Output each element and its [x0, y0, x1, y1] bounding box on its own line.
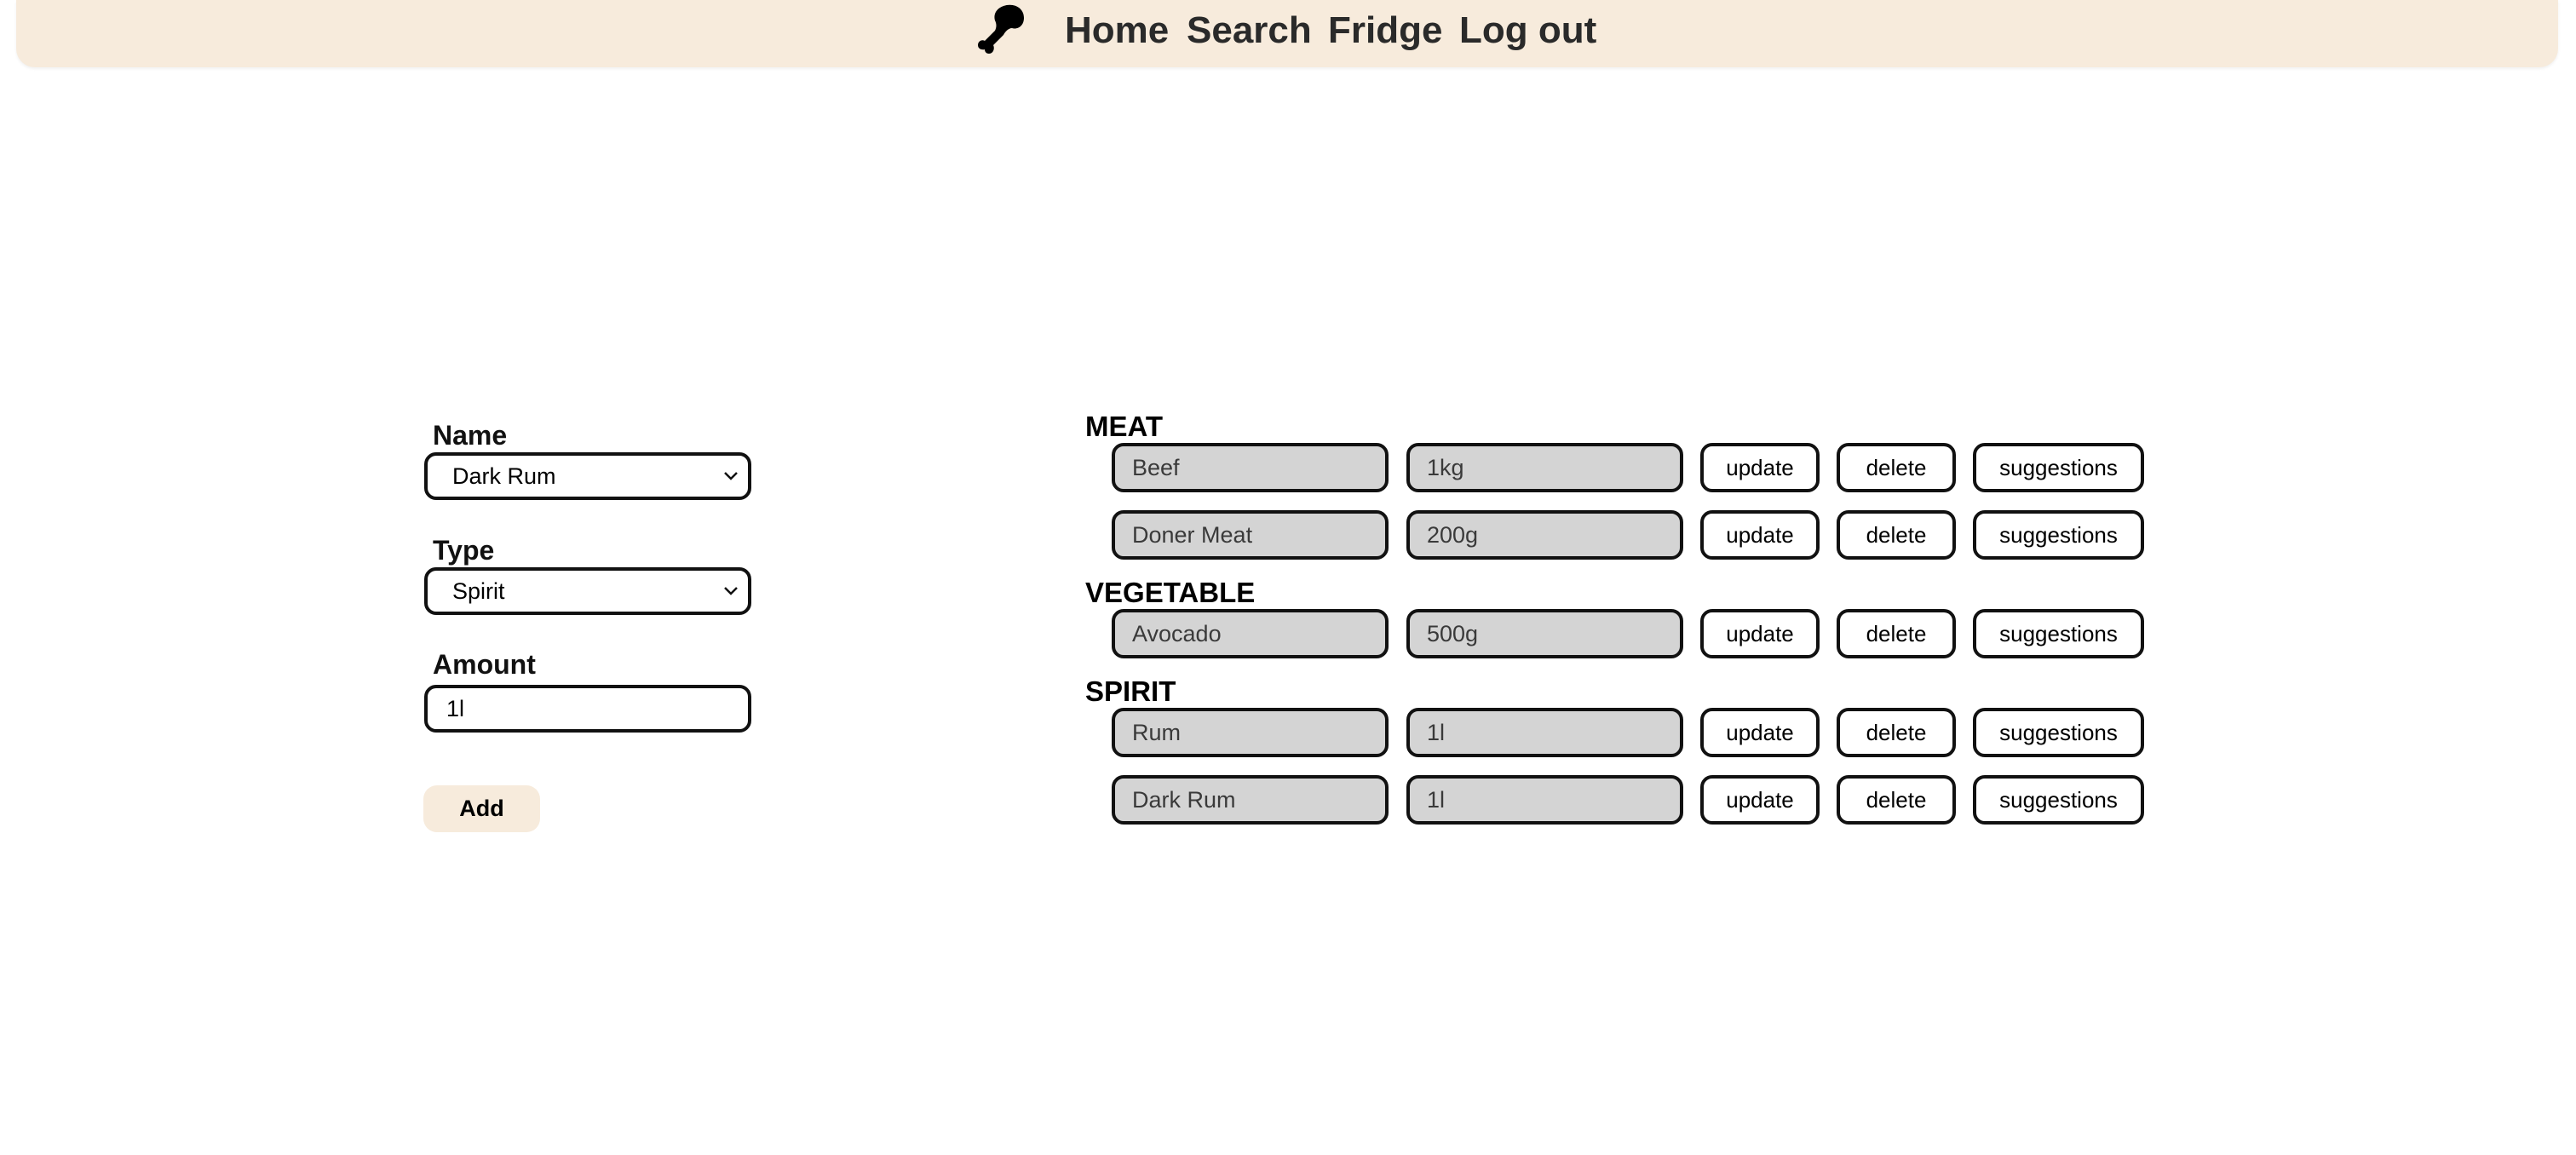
item-amount-field[interactable] [1406, 510, 1683, 560]
name-label: Name [433, 420, 508, 451]
type-label: Type [433, 535, 495, 566]
nav-logout-link[interactable]: Log out [1459, 9, 1596, 53]
add-button[interactable]: Add [423, 785, 540, 832]
delete-button[interactable]: delete [1837, 443, 1956, 492]
item-name-field[interactable] [1112, 708, 1389, 757]
chevron-down-icon [724, 587, 738, 595]
nav-search-link[interactable]: Search [1187, 9, 1312, 53]
name-select[interactable]: Dark Rum [424, 452, 751, 500]
category-heading-vegetable: VEGETABLE [1085, 577, 1256, 608]
delete-button[interactable]: delete [1837, 775, 1956, 825]
nav-fridge-link[interactable]: Fridge [1328, 9, 1442, 53]
update-button[interactable]: update [1700, 510, 1820, 560]
suggestions-button[interactable]: suggestions [1973, 775, 2144, 825]
type-select-value: Spirit [452, 578, 505, 604]
amount-label: Amount [433, 649, 536, 680]
delete-button[interactable]: delete [1837, 708, 1956, 757]
category-heading-meat: MEAT [1085, 411, 1164, 442]
type-select[interactable]: Spirit [424, 567, 751, 615]
item-name-field[interactable] [1112, 775, 1389, 825]
update-button[interactable]: update [1700, 708, 1820, 757]
delete-button[interactable]: delete [1837, 609, 1956, 658]
amount-input[interactable] [424, 685, 751, 733]
nav-home-link[interactable]: Home [1065, 9, 1169, 53]
item-amount-field[interactable] [1406, 609, 1683, 658]
delete-button[interactable]: delete [1837, 510, 1956, 560]
category-heading-spirit: SPIRIT [1085, 675, 1176, 707]
item-amount-field[interactable] [1406, 443, 1683, 492]
suggestions-button[interactable]: suggestions [1973, 443, 2144, 492]
item-amount-field[interactable] [1406, 775, 1683, 825]
item-name-field[interactable] [1112, 510, 1389, 560]
item-amount-field[interactable] [1406, 708, 1683, 757]
name-select-value: Dark Rum [452, 463, 556, 489]
update-button[interactable]: update [1700, 609, 1820, 658]
chevron-down-icon [724, 472, 738, 480]
item-name-field[interactable] [1112, 609, 1389, 658]
suggestions-button[interactable]: suggestions [1973, 510, 2144, 560]
suggestions-button[interactable]: suggestions [1973, 708, 2144, 757]
update-button[interactable]: update [1700, 775, 1820, 825]
item-name-field[interactable] [1112, 443, 1389, 492]
chicken-leg-icon[interactable] [969, 3, 1026, 57]
suggestions-button[interactable]: suggestions [1973, 609, 2144, 658]
update-button[interactable]: update [1700, 443, 1820, 492]
